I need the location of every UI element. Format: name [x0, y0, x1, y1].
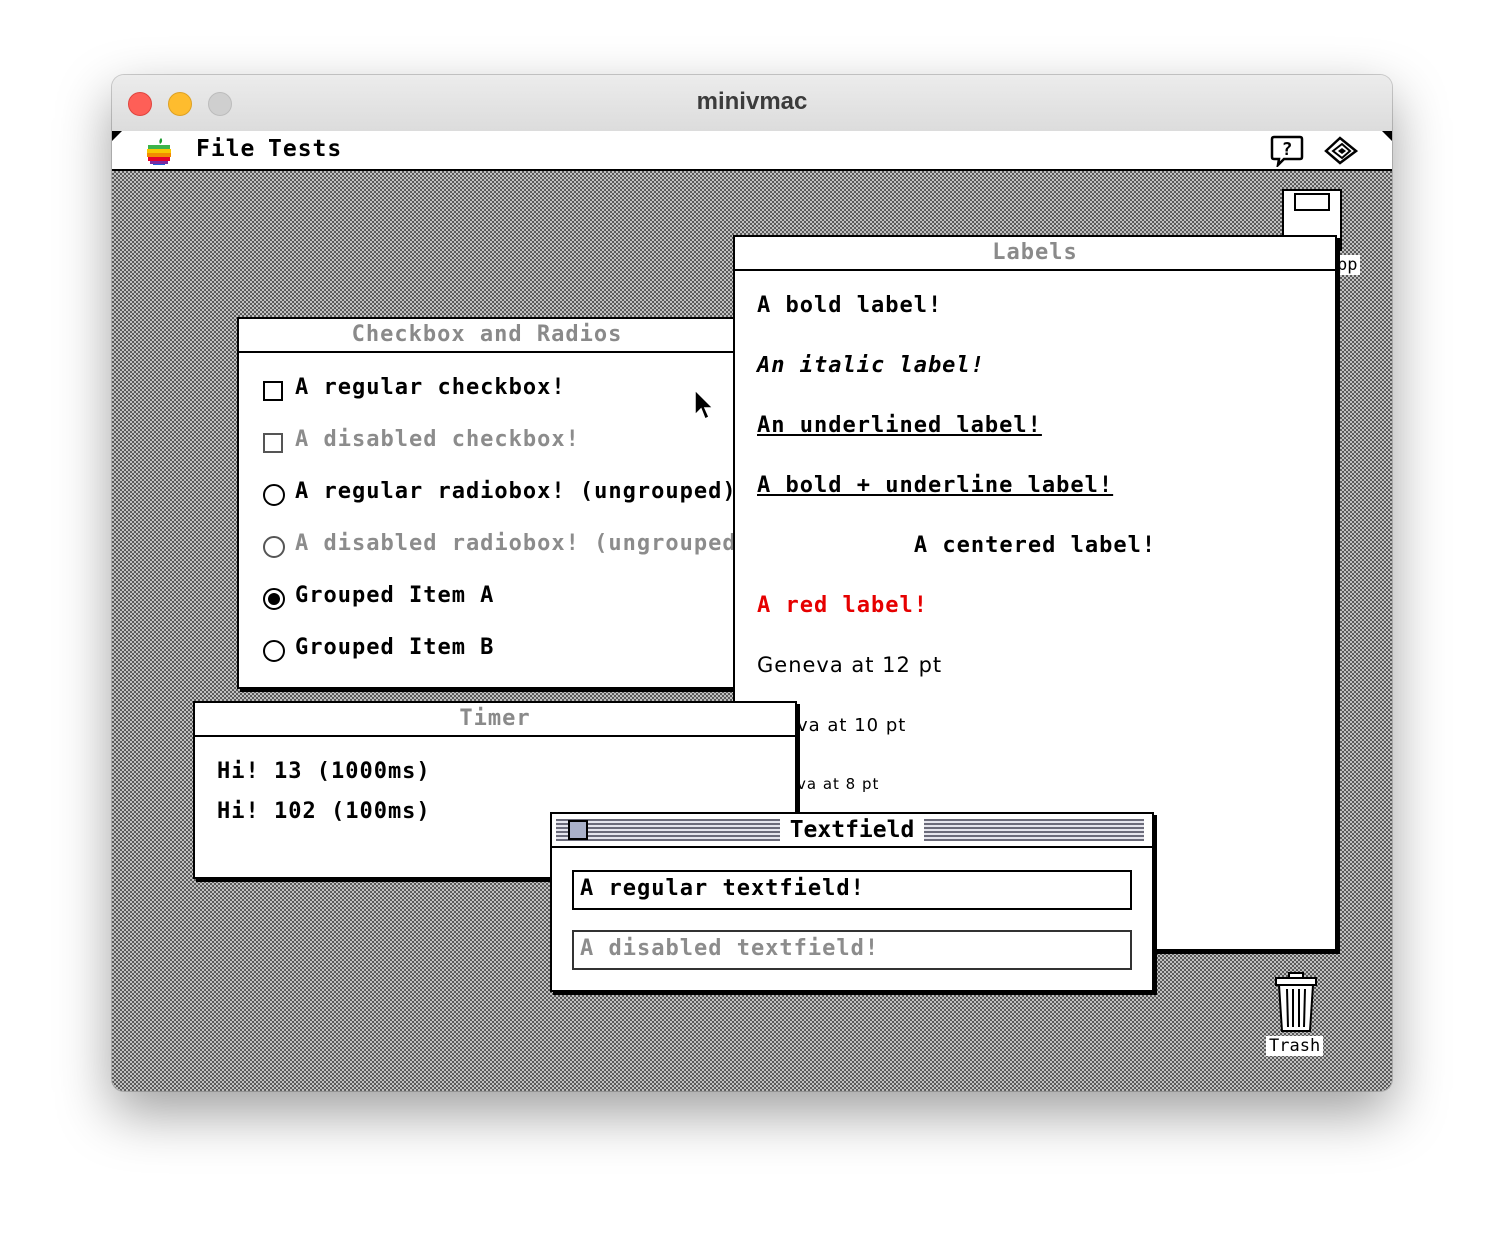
help-balloon-icon[interactable]: ? [1270, 135, 1304, 167]
geneva-8-label: va at 8 pt [797, 775, 880, 793]
menu-tests[interactable]: Tests [268, 136, 342, 162]
window-title[interactable]: Timer [195, 703, 795, 737]
disabled-checkbox [263, 433, 283, 453]
geneva-10-label: va at 10 pt [797, 715, 907, 736]
centered-label: A centered label! [913, 533, 1157, 558]
disabled-textfield: A disabled textfield! [572, 930, 1132, 970]
underlined-label: An underlined label! [757, 413, 1042, 438]
regular-radio-label[interactable]: A regular radiobox! (ungrouped) [295, 479, 737, 504]
host-titlebar: minivmac [112, 75, 1392, 132]
textfield-window: Textfield A regular textfield! A disable… [550, 812, 1154, 992]
disabled-radio [263, 536, 285, 558]
window-title[interactable]: Checkbox and Radios [239, 319, 735, 353]
mouse-cursor-icon [694, 389, 715, 421]
trash-label[interactable]: Trash [1266, 1036, 1324, 1056]
timer-line-2: Hi! 102 (100ms) [217, 799, 431, 824]
regular-textfield[interactable]: A regular textfield! [572, 870, 1132, 910]
grouped-radio-a[interactable] [263, 588, 285, 610]
apple-menu-icon[interactable] [146, 137, 172, 165]
window-title[interactable]: Labels [735, 237, 1335, 271]
regular-checkbox-label[interactable]: A regular checkbox! [295, 375, 566, 400]
emulated-desktop: File Tests ? pp Checkbox and Radios A re… [112, 131, 1392, 1091]
trash-icon[interactable] [1272, 971, 1320, 1035]
active-titlebar[interactable]: Textfield [552, 814, 1152, 848]
disabled-checkbox-label: A disabled checkbox! [295, 427, 580, 452]
minivmac-window: minivmac File Tests ? pp Checkbox and Ra… [112, 75, 1392, 1091]
timer-line-1: Hi! 13 (1000ms) [217, 759, 431, 784]
red-label: A red label! [757, 593, 928, 618]
grouped-radio-b-label[interactable]: Grouped Item B [295, 635, 494, 660]
application-menu-icon[interactable] [1324, 135, 1358, 167]
corner-left [112, 131, 122, 141]
regular-radio[interactable] [263, 484, 285, 506]
grouped-radio-a-label[interactable]: Grouped Item A [295, 583, 494, 608]
bold-label: A bold label! [757, 293, 943, 318]
disk-label[interactable]: pp [1334, 255, 1361, 275]
menu-bar: File Tests ? [112, 131, 1392, 171]
geneva-12-label: Geneva at 12 pt [757, 653, 943, 677]
corner-right [1382, 131, 1392, 141]
checkbox-radios-window: Checkbox and Radios A regular checkbox! … [237, 317, 750, 689]
host-title: minivmac [696, 88, 808, 115]
grouped-radio-b[interactable] [263, 640, 285, 662]
regular-checkbox[interactable] [263, 381, 283, 401]
bold-underline-label: A bold + underline label! [757, 473, 1114, 498]
menu-file[interactable]: File [196, 136, 255, 162]
disabled-radio-label: A disabled radiobox! (ungrouped) [295, 531, 751, 556]
svg-text:?: ? [1282, 139, 1293, 160]
window-title: Textfield [779, 817, 925, 843]
italic-label: An italic label! [757, 353, 985, 378]
